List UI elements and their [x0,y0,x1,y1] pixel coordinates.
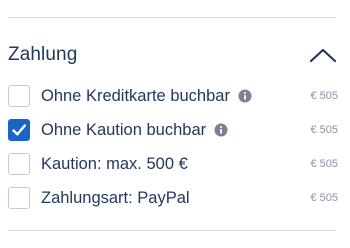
option-price: € 505 [310,192,338,204]
option-label: Kaution: max. 500 € [41,154,188,173]
checkbox-kaution-max[interactable] [8,153,30,175]
payment-options-list: Ohne Kreditkarte buchbar € 505 Ohne Kaut… [8,79,338,215]
section-header[interactable]: Zahlung [8,38,338,72]
checkbox-paypal[interactable] [8,187,30,209]
collapse-button[interactable] [308,43,338,67]
info-icon[interactable] [214,123,228,137]
option-kaution-max[interactable]: Kaution: max. 500 € € 505 [8,147,338,181]
option-price: € 505 [310,158,338,170]
payment-filter-section: Zahlung Ohne Kreditkarte buchbar € 505 O… [0,0,350,248]
checkmark-icon [12,124,27,136]
option-price: € 505 [310,90,338,102]
option-label: Ohne Kaution buchbar [41,120,207,139]
option-ohne-kaution[interactable]: Ohne Kaution buchbar € 505 [8,113,338,147]
checkbox-ohne-kreditkarte[interactable] [8,85,30,107]
chevron-up-icon [309,48,337,63]
option-price: € 505 [310,124,338,136]
option-paypal[interactable]: Zahlungsart: PayPal € 505 [8,181,338,215]
option-label: Zahlungsart: PayPal [41,188,190,207]
divider-top [8,17,336,18]
option-label: Ohne Kreditkarte buchbar [41,86,230,105]
section-title: Zahlung [8,44,78,65]
checkbox-ohne-kaution[interactable] [8,119,30,141]
divider-bottom [8,230,336,231]
info-icon[interactable] [238,89,252,103]
option-ohne-kreditkarte[interactable]: Ohne Kreditkarte buchbar € 505 [8,79,338,113]
